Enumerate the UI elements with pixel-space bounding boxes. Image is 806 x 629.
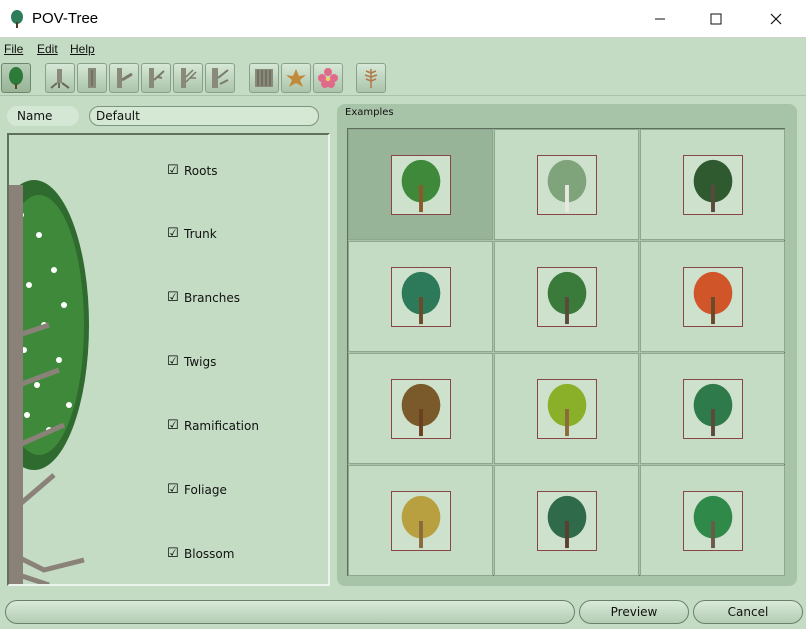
palm-tree-icon [536,378,597,439]
examples-grid [347,128,785,576]
twigs-checkbox[interactable]: ☑ Twigs [167,353,216,371]
round-tree-icon [682,378,743,439]
leaf-icon [286,69,306,87]
name-label: Name [7,106,79,126]
branches-icon [117,68,133,88]
sparse-tree-icon [390,154,451,215]
conifer-tree-icon [536,490,597,551]
name-input[interactable] [89,106,319,126]
blossom-label: Blossom [184,547,235,561]
example-cell[interactable] [348,353,493,464]
twigs-icon [149,68,165,88]
example-cell[interactable] [494,129,639,240]
bare-tree-icon [390,378,451,439]
tree-tool-button[interactable] [1,63,31,93]
checkbox-icon: ☑ [167,163,179,178]
branches-tool-button[interactable] [109,63,139,93]
trunk-checkbox[interactable]: ☑ Trunk [167,225,217,243]
birch-tree-icon [536,154,597,215]
fern-tool-button[interactable] [356,63,386,93]
bark-icon [212,68,229,88]
tree-preview [9,180,89,584]
examples-title: Examples [345,107,394,118]
examples-panel: Examples [337,104,797,586]
example-cell[interactable] [494,241,639,352]
foliage-checkbox[interactable]: ☑ Foliage [167,481,227,499]
fern-icon [364,69,378,88]
maximize-icon[interactable] [693,0,739,38]
blossom-checkbox[interactable]: ☑ Blossom [167,545,234,563]
roots-icon [50,69,70,89]
branches-label: Branches [184,291,240,305]
leaf-tool-button[interactable] [281,63,311,93]
close-icon[interactable] [753,0,799,38]
checkbox-icon: ☑ [167,226,179,241]
roots-tool-button[interactable] [45,63,75,93]
menu-edit[interactable]: Edit [37,42,58,56]
ramification-checkbox[interactable]: ☑ Ramification [167,417,259,435]
cypress-tree-icon [390,490,451,551]
example-cell[interactable] [348,129,493,240]
twigs-label: Twigs [184,355,217,369]
blossom-tree-icon [682,154,743,215]
roots-checkbox[interactable]: ☑ Roots [167,162,217,180]
menu-help[interactable]: Help [70,42,95,56]
example-cell[interactable] [640,241,785,352]
title-bar: POV-Tree [0,0,806,38]
blossom-icon [318,68,338,88]
twigs-tool-button[interactable] [141,63,171,93]
status-bar [5,600,575,624]
example-cell[interactable] [640,129,785,240]
trunk-icon [88,68,96,88]
ramification-label: Ramification [184,419,259,433]
checkbox-icon: ☑ [167,482,179,497]
preview-button[interactable]: Preview [579,600,689,624]
menu-file[interactable]: File [4,42,23,56]
toolbar [0,60,806,96]
checkbox-icon: ☑ [167,546,179,561]
ramification-tool-button[interactable] [173,63,203,93]
tree-icon [11,10,23,28]
ramification-icon [181,68,197,88]
checkbox-icon: ☑ [167,290,179,305]
components-panel: ☑ Roots ☑ Trunk ☑ Branches ☑ Twigs ☑ Ram… [7,133,330,586]
example-cell[interactable] [348,465,493,576]
example-cell[interactable] [494,353,639,464]
example-cell[interactable] [640,353,785,464]
tree-icon [9,67,23,89]
example-cell[interactable] [494,465,639,576]
menu-help-label: Help [70,42,95,56]
cancel-button[interactable]: Cancel [693,600,803,624]
example-cell[interactable] [640,465,785,576]
branches-checkbox[interactable]: ☑ Branches [167,289,240,307]
foliage-label: Foliage [184,483,227,497]
texture-icon [255,69,273,87]
checkbox-icon: ☑ [167,418,179,433]
minimize-icon[interactable] [637,0,683,38]
example-cell[interactable] [348,241,493,352]
window-title: POV-Tree [32,10,99,27]
oak-tree-icon [536,266,597,327]
menu-file-label: File [4,42,24,56]
roots-label: Roots [184,164,218,178]
blossom-tool-button[interactable] [313,63,343,93]
autumn-tree-icon [682,266,743,327]
bushy-tree-icon [682,490,743,551]
menu-edit-label: Edit [37,42,58,56]
menu-bar: File Edit Help [0,39,806,60]
checkbox-icon: ☑ [167,354,179,369]
texture-tool-button[interactable] [249,63,279,93]
bark-tool-button[interactable] [205,63,235,93]
trunk-tool-button[interactable] [77,63,107,93]
trunk-label: Trunk [184,227,217,241]
fir-tree-icon [390,266,451,327]
